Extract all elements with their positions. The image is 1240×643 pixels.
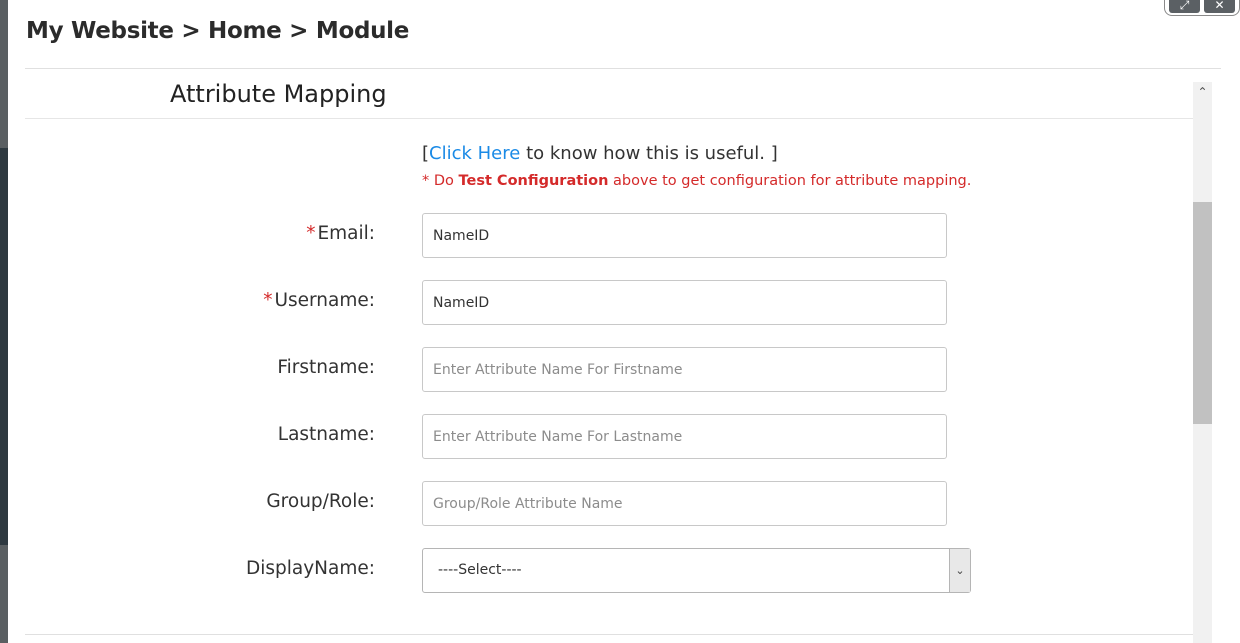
chevron-down-icon[interactable]: ⌄ [949, 549, 970, 592]
email-label: * Email: [306, 223, 375, 244]
firstname-field[interactable] [422, 347, 947, 392]
username-label: * Username: [263, 290, 375, 311]
scrollbar[interactable]: ⌃ [1193, 82, 1212, 643]
module-dialog: My Website > Home > Module ⤢ ✕ Attribute… [8, 0, 1240, 643]
expand-icon[interactable]: ⤢ [1169, 0, 1200, 13]
required-mark: * [306, 223, 316, 244]
bracket-open: [ [422, 143, 430, 164]
help-suffix: to know how this is useful. ] [520, 143, 778, 164]
display-name-select[interactable]: ----Select---- ⌄ [422, 548, 971, 593]
username-field[interactable] [422, 280, 947, 325]
note-prefix: * Do [422, 173, 459, 189]
email-field[interactable] [422, 213, 947, 258]
username-label-text: Username: [274, 290, 375, 311]
section-title: Attribute Mapping [170, 80, 387, 108]
email-row: * Email: [8, 213, 1188, 259]
lastname-field[interactable] [422, 414, 947, 459]
help-text: [Click Here to know how this is useful. … [422, 143, 778, 164]
section-header: Attribute Mapping [25, 70, 1193, 119]
note-bold: Test Configuration [458, 173, 609, 189]
window-controls: ⤢ ✕ [1164, 0, 1240, 16]
divider [25, 634, 1193, 635]
display-name-row: DisplayName: ----Select---- ⌄ [8, 548, 1188, 594]
backdrop-band [0, 0, 8, 148]
breadcrumb: My Website > Home > Module [26, 18, 410, 44]
lastname-label: Lastname: [277, 424, 375, 445]
close-icon[interactable]: ✕ [1204, 0, 1235, 13]
backdrop [0, 0, 8, 643]
group-role-label: Group/Role: [266, 491, 375, 512]
group-role-field[interactable] [422, 481, 947, 526]
firstname-row: Firstname: [8, 347, 1188, 393]
divider [25, 68, 1221, 69]
backdrop-band [0, 545, 8, 643]
required-mark: * [263, 290, 273, 311]
scrollbar-thumb[interactable] [1193, 202, 1212, 424]
chevron-up-icon[interactable]: ⌃ [1193, 82, 1212, 102]
group-role-row: Group/Role: [8, 481, 1188, 527]
click-here-link[interactable]: Click Here [429, 143, 520, 164]
firstname-label: Firstname: [277, 357, 375, 378]
display-name-selected: ----Select---- [438, 562, 522, 578]
username-row: * Username: [8, 280, 1188, 326]
display-name-label: DisplayName: [245, 558, 375, 579]
note-suffix: above to get configuration for attribute… [608, 173, 972, 189]
email-label-text: Email: [317, 223, 375, 244]
lastname-row: Lastname: [8, 414, 1188, 460]
test-configuration-note: * Do Test Configuration above to get con… [422, 173, 971, 189]
